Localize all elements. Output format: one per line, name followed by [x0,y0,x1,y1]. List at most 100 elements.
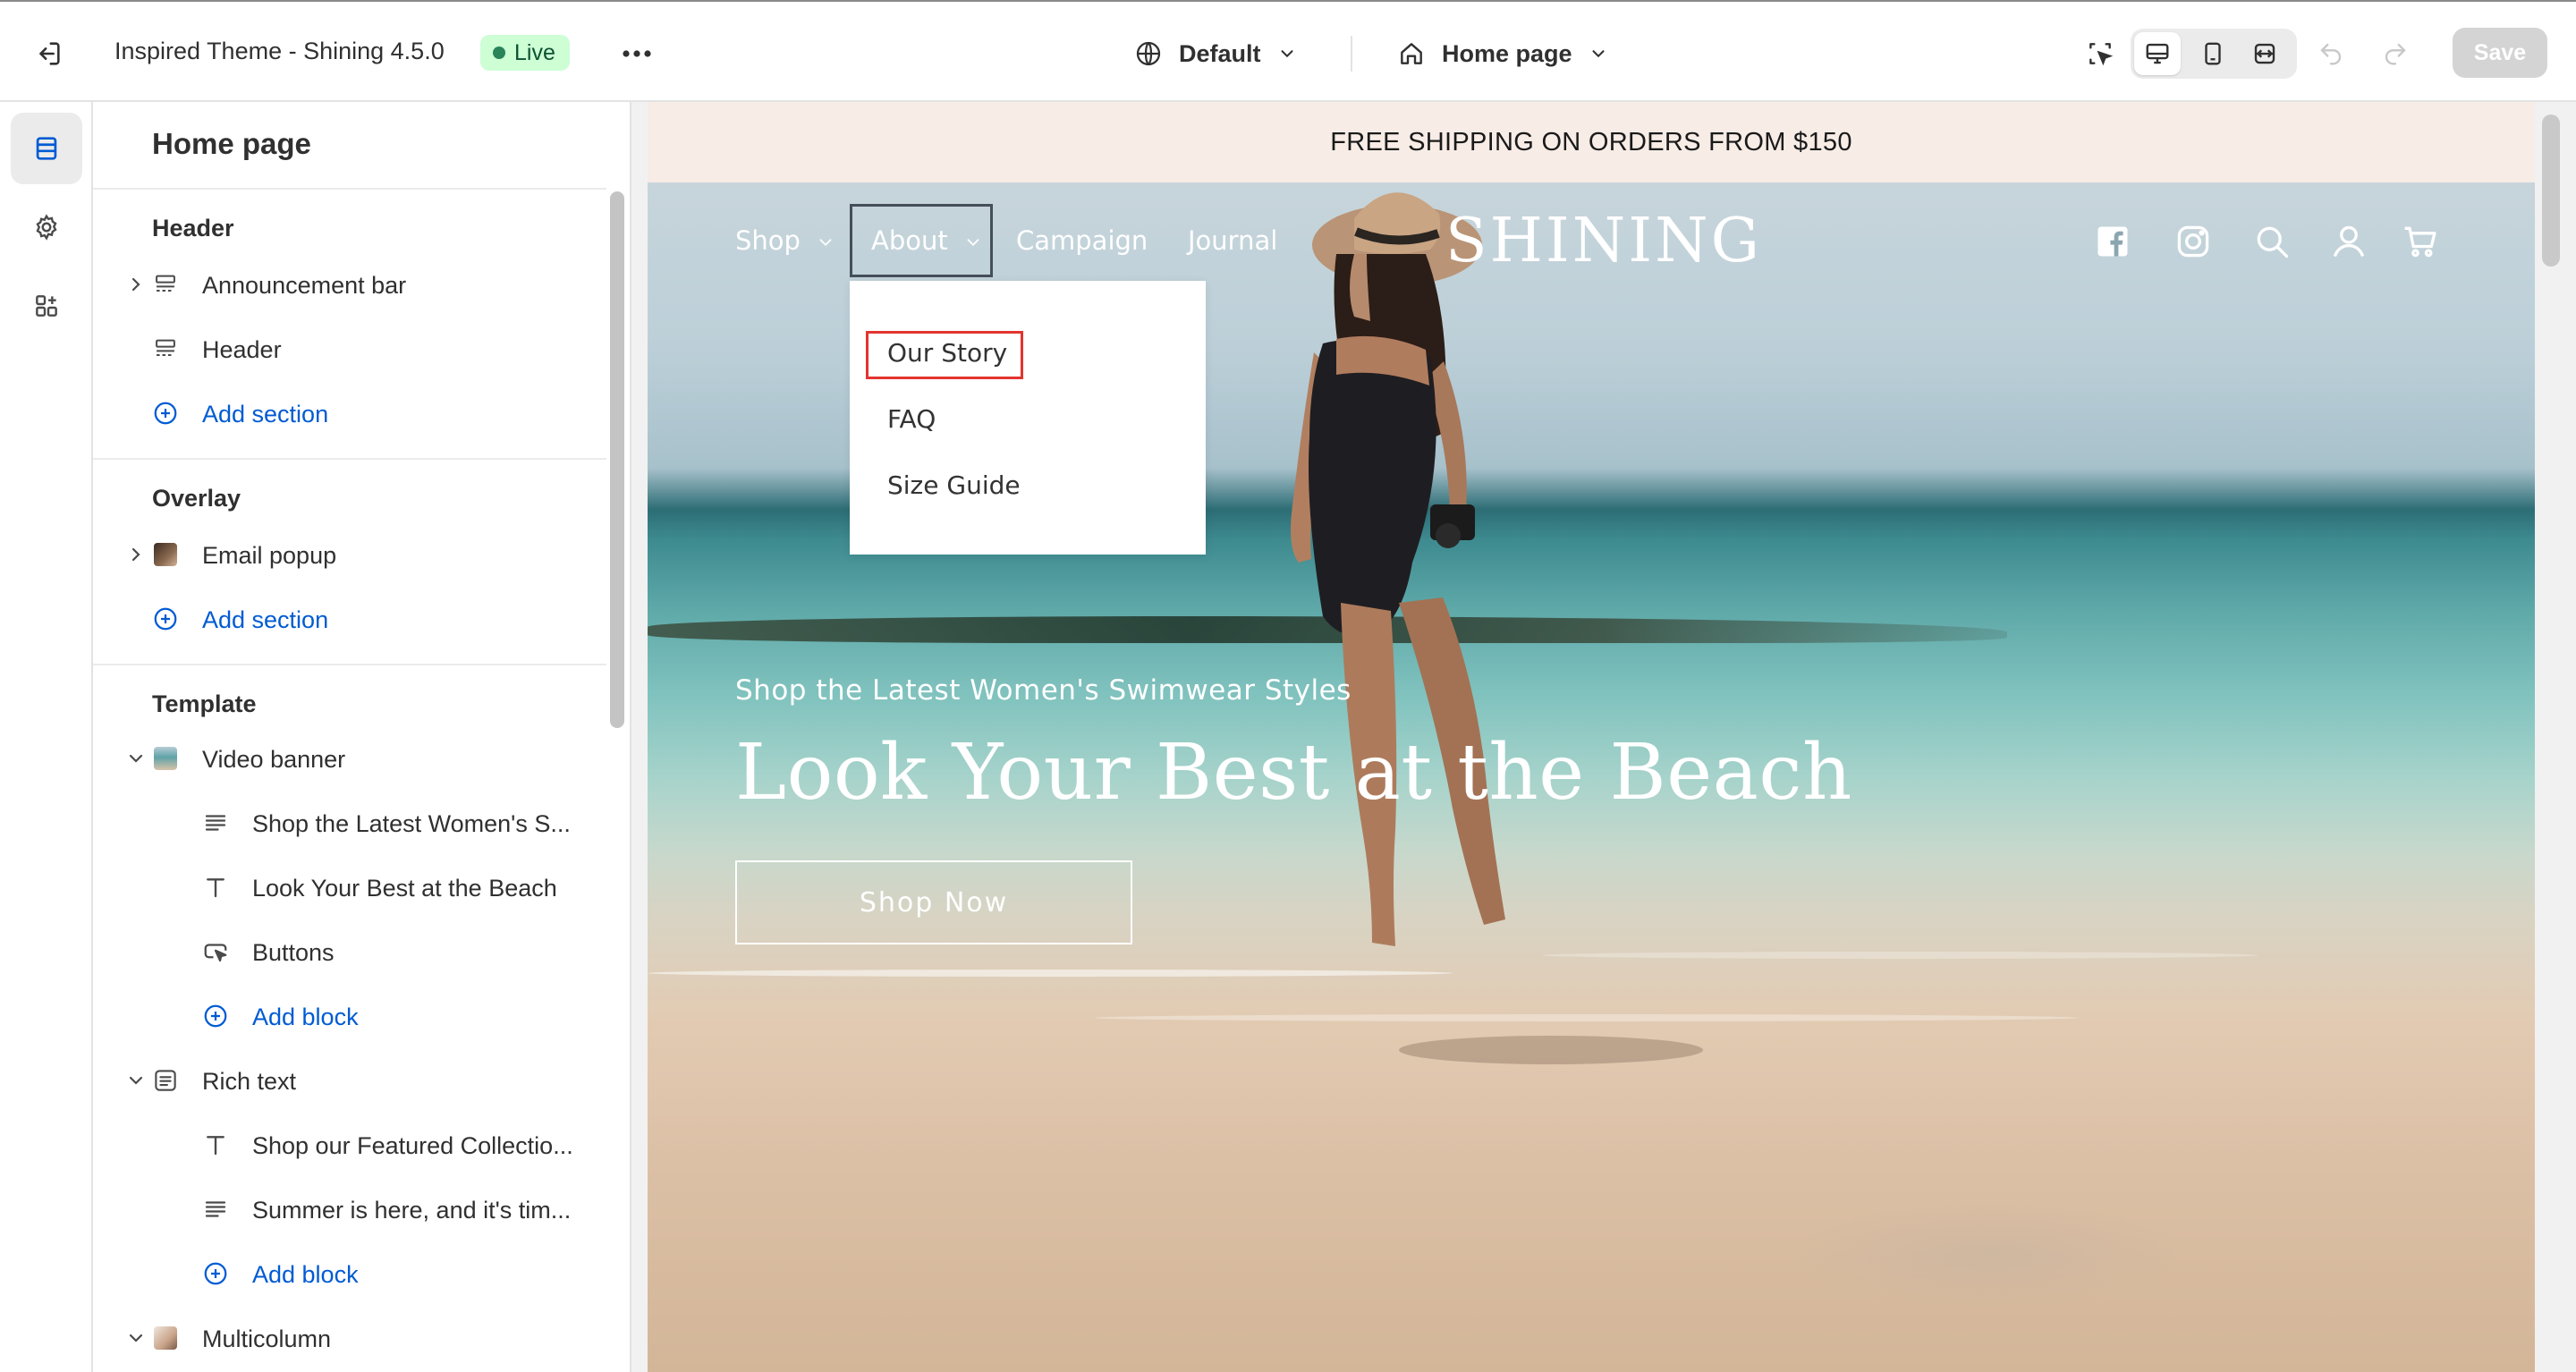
more-actions-icon[interactable] [615,32,658,75]
text-lines-icon [202,809,229,836]
chevron-down-icon [963,233,983,252]
nav-shop[interactable]: Shop [735,225,835,256]
add-block-button[interactable]: Add block [93,1247,606,1300]
announcement-bar: FREE SHIPPING ON ORDERS FROM $150 [648,102,2535,182]
chevron-down-icon[interactable] [125,1070,147,1091]
block-label: Look Your Best at the Beach [252,875,557,902]
section-label: Email popup [202,542,337,569]
image-thumb-icon [152,745,179,772]
heading-t-icon [202,874,229,901]
search-icon[interactable] [2252,222,2292,261]
block-buttons[interactable]: Buttons [93,925,606,978]
left-rail [0,102,93,1372]
video-banner: Shop About Campaign Journal SHINING Our … [648,182,2535,1372]
instagram-icon[interactable] [2174,222,2213,261]
dropdown-item-size-guide[interactable]: Size Guide [887,470,1021,500]
section-rich-text[interactable]: Rich text [93,1054,606,1107]
redo-icon[interactable] [2376,34,2415,73]
block-label: Shop our Featured Collectio... [252,1132,573,1159]
nav-campaign[interactable]: Campaign [1016,225,1148,256]
mobile-icon[interactable] [2191,34,2234,73]
section-header[interactable]: Header [93,322,606,376]
preview-scroll-track [2535,102,2576,1372]
section-icon [152,335,179,362]
page-selector[interactable]: Home page [1397,34,1608,73]
add-section-button[interactable]: Add section [93,386,606,440]
divider [93,458,606,460]
viewport-switcher [2131,29,2297,79]
image-thumb-icon [152,1325,179,1351]
heading-t-icon [202,1131,229,1158]
inspector-icon[interactable] [2077,30,2123,77]
button-pointer-icon [202,938,229,965]
dropdown-item-our-story[interactable]: Our Story [887,338,1007,368]
add-block-button[interactable]: Add block [93,989,606,1043]
sections-icon[interactable] [11,113,82,184]
section-label: Rich text [202,1068,297,1095]
dropdown-item-faq[interactable]: FAQ [887,404,936,434]
section-email-popup[interactable]: Email popup [93,528,606,581]
storefront-preview: FREE SHIPPING ON ORDERS FROM $150 Shop A… [648,102,2535,1372]
nav-about-label: About [871,225,948,256]
divider [1351,36,1352,72]
section-announcement-bar[interactable]: Announcement bar [93,258,606,311]
gear-icon[interactable] [11,191,82,263]
rich-text-icon [152,1067,179,1094]
top-bar: Inspired Theme - Shining 4.5.0 Live Defa… [0,0,2576,102]
plus-circle-icon [202,1260,229,1287]
apps-icon[interactable] [11,270,82,342]
block-heading[interactable]: Look Your Best at the Beach [93,860,606,914]
add-section-button[interactable]: Add section [93,592,606,646]
exit-icon[interactable] [27,32,70,75]
store-logo[interactable]: SHINING [1445,206,1762,276]
block-heading[interactable]: Shop our Featured Collectio... [93,1118,606,1172]
text-lines-icon [202,1196,229,1223]
page-label: Home page [1442,39,1572,67]
sidebar-title: Home page [152,127,311,160]
group-overlay-title: Overlay [152,485,242,512]
chevron-right-icon[interactable] [125,274,147,295]
add-section-label: Add section [202,606,329,633]
chevron-down-icon[interactable] [125,1327,147,1349]
divider [93,664,606,665]
section-video-banner[interactable]: Video banner [93,732,606,785]
nav-about[interactable]: About [871,225,983,256]
globe-icon [1134,39,1163,68]
shop-now-button[interactable]: Shop Now [735,860,1132,944]
locale-selector[interactable]: Default [1134,34,1297,73]
live-badge: Live [480,35,570,71]
plus-circle-icon [152,400,179,427]
theme-name: Inspired Theme - Shining 4.5.0 [114,38,445,64]
add-block-label: Add block [252,1261,359,1288]
live-dot-icon [493,47,505,59]
cart-icon[interactable] [2401,222,2440,261]
home-icon [1397,39,1426,68]
add-block-label: Add block [252,1004,359,1030]
chevron-right-icon[interactable] [125,544,147,565]
chevron-down-icon [816,233,835,252]
chevron-down-icon [1589,44,1608,64]
section-multicolumn[interactable]: Multicolumn [93,1311,606,1365]
nav-journal[interactable]: Journal [1188,225,1277,256]
plus-circle-icon [152,606,179,632]
locale-label: Default [1179,39,1261,67]
divider [93,188,606,190]
desktop-icon[interactable] [2136,34,2179,73]
save-button[interactable]: Save [2453,28,2547,78]
live-label: Live [514,39,555,65]
facebook-icon[interactable] [2093,222,2132,261]
full-width-icon[interactable] [2243,34,2286,73]
block-subtitle[interactable]: Shop the Latest Women's S... [93,796,606,850]
undo-icon[interactable] [2311,34,2351,73]
nav-shop-label: Shop [735,225,801,256]
sidebar-scrollbar[interactable] [610,191,624,728]
group-template-title: Template [152,690,257,717]
preview-scrollbar[interactable] [2542,114,2560,267]
block-label: Shop the Latest Women's S... [252,810,571,837]
about-dropdown-menu: Our Story FAQ Size Guide [850,281,1206,555]
block-text[interactable]: Summer is here, and it's tim... [93,1182,606,1236]
section-label: Header [202,336,282,363]
chevron-down-icon[interactable] [125,748,147,769]
hero-subtitle: Shop the Latest Women's Swimwear Styles [735,674,1352,707]
account-icon[interactable] [2329,222,2368,261]
